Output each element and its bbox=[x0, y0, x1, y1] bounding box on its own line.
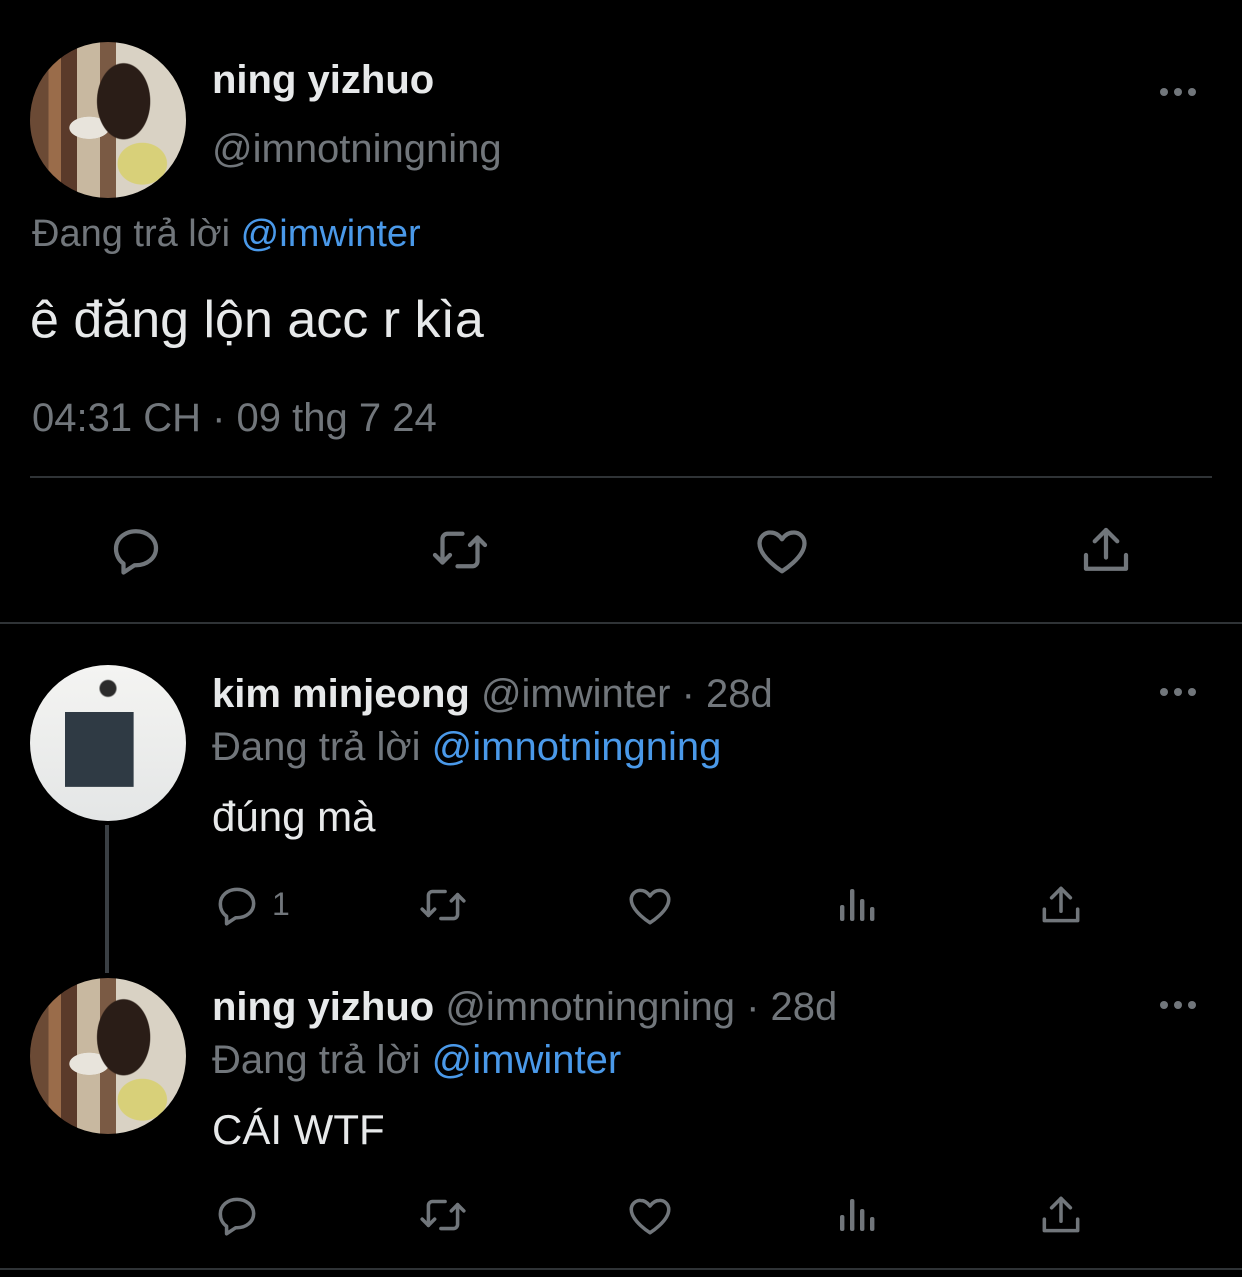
replying-to-link[interactable]: @imwinter bbox=[241, 213, 421, 255]
share-icon[interactable] bbox=[1036, 1190, 1086, 1240]
retweet-icon[interactable] bbox=[416, 1190, 470, 1240]
tweet-text: ê đăng lộn acc r kìa bbox=[30, 291, 484, 349]
more-icon[interactable] bbox=[1158, 680, 1198, 704]
avatar[interactable] bbox=[30, 42, 186, 198]
section-divider bbox=[0, 622, 1242, 624]
reply-text: đúng mà bbox=[212, 793, 376, 840]
author-name[interactable]: kim minjeong bbox=[212, 672, 470, 716]
views-icon[interactable] bbox=[832, 880, 880, 930]
author-handle[interactable]: @imnotningning bbox=[212, 127, 502, 172]
replying-to: Đang trả lời @imnotningning bbox=[212, 725, 721, 770]
more-icon[interactable] bbox=[1158, 80, 1198, 104]
share-icon[interactable] bbox=[1036, 880, 1086, 930]
replying-label: Đang trả lời bbox=[212, 725, 421, 769]
like-icon[interactable] bbox=[624, 880, 676, 930]
replying-label: Đang trả lời bbox=[212, 1038, 421, 1082]
replying-label: Đang trả lời bbox=[32, 213, 231, 255]
reply-icon[interactable] bbox=[212, 1190, 262, 1240]
avatar[interactable] bbox=[30, 665, 186, 821]
author-name[interactable]: ning yizhuo bbox=[212, 985, 434, 1029]
reply-icon[interactable] bbox=[106, 520, 166, 580]
share-icon[interactable] bbox=[1076, 520, 1136, 580]
views-icon[interactable] bbox=[832, 1190, 880, 1240]
reply-text: CÁI WTF bbox=[212, 1106, 385, 1153]
divider bbox=[30, 476, 1212, 478]
reply-count: 1 bbox=[272, 886, 290, 922]
like-icon[interactable] bbox=[751, 520, 813, 580]
replying-to-link[interactable]: @imnotningning bbox=[432, 725, 722, 769]
replying-to: Đang trả lời @imwinter bbox=[32, 213, 421, 256]
thread-line bbox=[105, 825, 109, 973]
more-icon[interactable] bbox=[1158, 993, 1198, 1017]
reply-header: kim minjeong @imwinter · 28d bbox=[212, 672, 773, 717]
author-handle-time[interactable]: @imnotningning · 28d bbox=[445, 985, 837, 1029]
retweet-icon[interactable] bbox=[416, 880, 470, 930]
retweet-icon[interactable] bbox=[428, 520, 492, 580]
reply-header: ning yizhuo @imnotningning · 28d bbox=[212, 985, 837, 1030]
reply-icon[interactable] bbox=[212, 880, 262, 930]
tweet-timestamp[interactable]: 04:31 CH · 09 thg 7 24 bbox=[32, 396, 437, 441]
replying-to: Đang trả lời @imwinter bbox=[212, 1038, 621, 1083]
avatar[interactable] bbox=[30, 978, 186, 1134]
like-icon[interactable] bbox=[624, 1190, 676, 1240]
replying-to-link[interactable]: @imwinter bbox=[432, 1038, 622, 1082]
author-name[interactable]: ning yizhuo bbox=[212, 58, 434, 103]
bottom-divider bbox=[0, 1268, 1242, 1270]
author-handle-time[interactable]: @imwinter · 28d bbox=[481, 672, 773, 716]
